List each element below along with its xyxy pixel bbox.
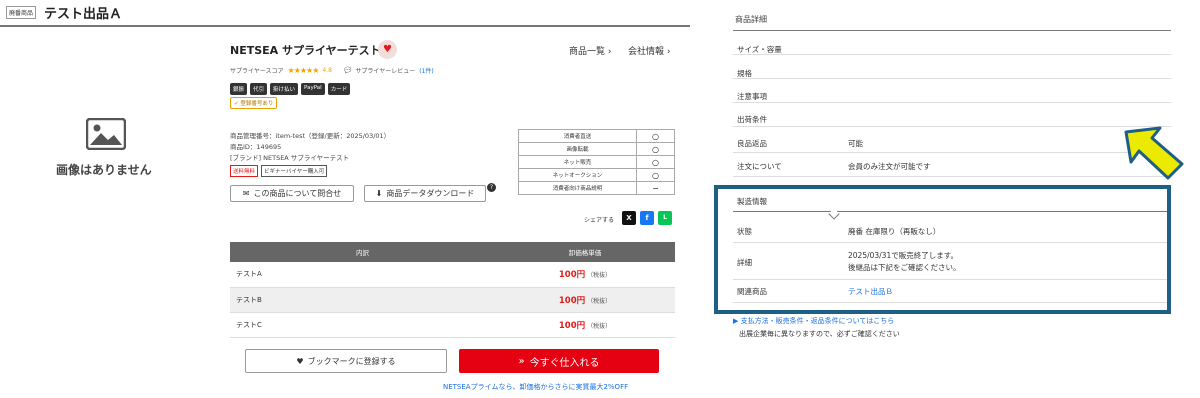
prime-promo-link[interactable]: NETSEAプライムなら、卸価格からさらに実質最大2%OFF [443,382,628,392]
detail-label: 出荷条件 [737,115,767,124]
detail-value: 会員のみ注文が可能です [848,162,931,171]
discontinued-badge: 廃番商品 [6,6,37,19]
buy-now-button[interactable]: » 今すぐ仕入れる [459,349,659,373]
facebook-share-icon[interactable]: f [640,211,654,225]
payment-chips: 銀振 代引 掛け払い PayPal カード [230,83,351,95]
unit-price: 100円 [558,320,586,331]
brand: [ブランド] NETSEA サプライヤーテスト [230,154,350,162]
payment-chip: カード [327,83,351,95]
detail-value: 可能 [848,139,863,148]
favorite-heart-button[interactable]: ♥ [378,40,397,59]
supplier-score-row: サプライヤースコア ★★★★★ 4.8 💬 サプライヤーレビュー (1件) [230,66,434,75]
download-button[interactable]: ⬇ 商品データダウンロード [364,185,486,202]
x-share-icon[interactable]: X [622,211,636,225]
availability-row: 消費者直送 ○ [518,129,675,143]
detail-row [733,31,1171,55]
review-count-link[interactable]: (1件) [419,66,434,75]
table-row: テストB 100円 （税抜） [230,287,675,313]
payment-chip: 銀振 [230,83,248,95]
heart-icon: ♥ [296,356,304,366]
payment-chip: PayPal [301,83,325,95]
detail-row [733,55,1171,79]
beginner-buyer-tag: ビギナーバイヤー購入可 [261,165,328,177]
double-chevron-down-icon: » [518,355,525,367]
details-heading: 商品詳細 [735,15,767,24]
supplier-name[interactable]: NETSEA サプライヤーテスト [230,42,381,58]
detail-row [733,127,1171,153]
mail-icon: ✉ [242,189,250,198]
breakdown-header: 内訳 [230,242,495,262]
review-label: サプライヤーレビュー [355,68,416,75]
detail-row [733,79,1171,103]
tax-note: （税抜） [587,297,612,305]
table-row: テストA 100円 （税抜） [230,262,675,288]
variant-name: テストC [230,312,495,338]
detail-row [733,103,1171,127]
score-value: 4.8 [322,67,332,74]
table-row: テストC 100円 （税抜） [230,312,675,338]
product-tags: 送料無料 ビギナーバイヤー購入可 [230,165,328,177]
terms-note: 出展企業毎に異なりますので、必ずご確認ください [739,330,900,338]
unit-price: 100円 [558,270,586,281]
registration-number-chip: ✓ 登録番号あり [230,97,278,109]
line-share-icon[interactable]: L [658,211,672,225]
management-number: 商品管理番号：item-test（登録/更新：2025/03/01） [230,132,391,140]
review-icon: 💬 [343,67,352,74]
company-info-link[interactable]: 会社情報 › [628,44,670,57]
image-placeholder-icon [86,118,126,150]
product-list-link[interactable]: 商品一覧 › [569,44,611,57]
detail-label: 良品返品 [737,139,767,148]
variant-name: テストB [230,287,495,313]
share-label: シェアする [584,217,615,224]
inquiry-button[interactable]: ✉ この商品について問合せ [230,185,354,202]
score-label: サプライヤースコア [230,68,284,75]
availability-row: ネット販売 ○ [518,155,675,169]
unit-price-header: 卸価格単価 [495,242,675,262]
price-table: 内訳 卸価格単価 テストA 100円 （税抜） テストB 100円 （税抜） テスト… [230,242,675,338]
title-divider [0,25,690,27]
free-shipping-tag: 送料無料 [230,165,259,177]
help-icon[interactable]: ? [487,183,496,192]
page-title: テスト出品Ａ [44,7,123,22]
manufacturing-highlight-box [714,185,1171,314]
detail-label: サイズ・容量 [737,45,782,54]
availability-row: 画像転載 ○ [518,142,675,156]
detail-row [733,153,1171,177]
unit-price: 100円 [558,295,586,306]
heart-icon: ♥ [383,44,392,55]
detail-label: 規格 [737,69,752,78]
availability-row: ネットオークション ○ [518,168,675,182]
download-icon: ⬇ [375,189,383,198]
availability-row: 消費者向け商品説明 − [518,181,675,195]
no-image-text: 画像はありません [56,163,152,177]
bookmark-button[interactable]: ♥ ブックマークに登録する [245,349,447,373]
terms-link[interactable]: ▶ 支払方法・販売条件・返品条件についてはこちら [733,316,894,326]
detail-label: 注文について [737,162,782,171]
detail-label: 注意事項 [737,92,767,101]
star-rating: ★★★★★ [287,66,320,75]
tax-note: （税抜） [587,272,612,280]
payment-chip: 掛け払い [270,83,299,95]
variant-name: テストA [230,262,495,288]
payment-chip: 代引 [250,83,268,95]
product-id: 商品ID：149695 [230,143,282,151]
pointer-arrow-icon [1124,126,1184,180]
availability-grid: 消費者直送 ○ 画像転載 ○ ネット販売 ○ ネットオークション ○ 消費者向け商品説明… [518,129,675,195]
tax-note: （税抜） [587,322,612,330]
